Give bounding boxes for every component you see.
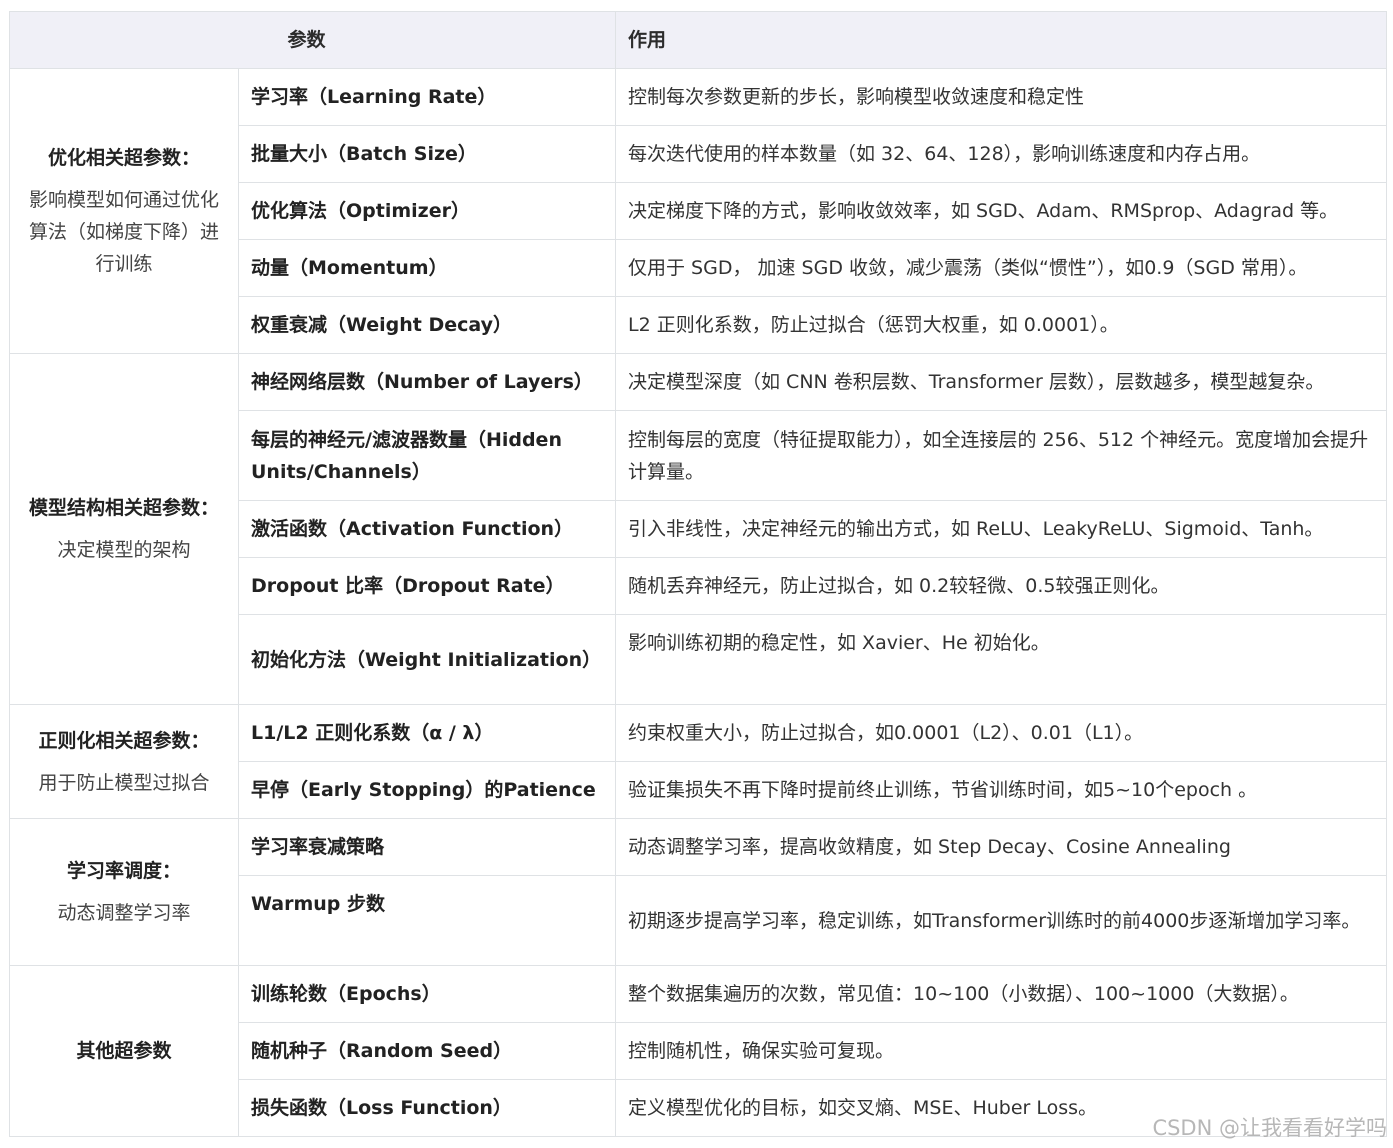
param-cell: Warmup 步数 [237, 875, 617, 966]
effect-cell: 约束权重大小，防止过拟合，如0.0001（L2）、0.01（L1）。 [615, 704, 1388, 762]
group-desc: 动态调整学习率 [57, 902, 191, 924]
param-cell: 动量（Momentum） [237, 239, 617, 297]
param-cell: Dropout 比率（Dropout Rate） [237, 557, 617, 615]
group-desc: 决定模型的架构 [57, 539, 191, 561]
table-row: 正则化相关超参数： 用于防止模型过拟合 L1/L2 正则化系数（α / λ） 约… [9, 704, 1388, 819]
param-cell: 学习率（Learning Rate） [237, 68, 617, 126]
group-title: 模型结构相关超参数： [28, 497, 219, 519]
effect-cell: 随机丢弃神经元，防止过拟合，如 0.2较轻微、0.5较强正则化。 [615, 557, 1388, 615]
group-cell-regularization: 正则化相关超参数： 用于防止模型过拟合 [9, 704, 239, 819]
effect-cell: L2 正则化系数，防止过拟合（惩罚大权重，如 0.0001）。 [615, 296, 1388, 354]
hyperparameter-table-container: 参数 作用 优化相关超参数： 影响模型如何通过优化算法（如梯度下降）进行训练 学… [8, 11, 1388, 1137]
group-desc: 影响模型如何通过优化算法（如梯度下降）进行训练 [28, 189, 219, 275]
param-cell: 批量大小（Batch Size） [237, 125, 617, 183]
param-cell: 训练轮数（Epochs） [237, 965, 617, 1023]
param-cell: 早停（Early Stopping）的Patience [237, 761, 617, 819]
param-cell: 损失函数（Loss Function） [237, 1079, 617, 1137]
param-cell: 学习率衰减策略 [237, 818, 617, 876]
group-title: 其他超参数 [76, 1040, 172, 1062]
effect-cell: 初期逐步提高学习率，稳定训练，如Transformer训练时的前4000步逐渐增… [615, 875, 1388, 966]
effect-cell: 决定模型深度（如 CNN 卷积层数、Transformer 层数），层数越多，模… [615, 353, 1388, 411]
group-title: 优化相关超参数： [47, 147, 200, 169]
effect-cell: 引入非线性，决定神经元的输出方式，如 ReLU、LeakyReLU、Sigmoi… [615, 500, 1388, 558]
group-cell-architecture: 模型结构相关超参数： 决定模型的架构 [9, 353, 239, 705]
effect-cell: 整个数据集遍历的次数，常见值：10~100（小数据）、100~1000（大数据）… [615, 965, 1388, 1023]
header-effect: 作用 [615, 11, 1388, 69]
effect-cell: 仅用于 SGD， 加速 SGD 收敛，减少震荡（类似“惯性”），如0.9（SGD… [615, 239, 1388, 297]
param-cell: 初始化方法（Weight Initialization） [237, 614, 617, 705]
effect-cell: 决定梯度下降的方式，影响收敛效率，如 SGD、Adam、RMSprop、Adag… [615, 182, 1388, 240]
param-cell: 随机种子（Random Seed） [237, 1022, 617, 1080]
group-title: 学习率调度： [66, 860, 181, 882]
table-row: 学习率调度： 动态调整学习率 学习率衰减策略 动态调整学习率，提高收敛精度，如 … [9, 818, 1388, 966]
table-row: 其他超参数 训练轮数（Epochs） 整个数据集遍历的次数，常见值：10~100… [9, 965, 1388, 1137]
table-row: 优化相关超参数： 影响模型如何通过优化算法（如梯度下降）进行训练 学习率（Lea… [9, 68, 1388, 354]
group-title: 正则化相关超参数： [38, 729, 210, 752]
effect-cell: 影响训练初期的稳定性，如 Xavier、He 初始化。 [615, 614, 1388, 705]
effect-cell: 控制随机性，确保实验可复现。 [615, 1022, 1388, 1080]
param-cell: 权重衰减（Weight Decay） [237, 296, 617, 354]
param-cell: 每层的神经元/滤波器数量（Hidden Units/Channels） [237, 410, 617, 501]
param-cell: 神经网络层数（Number of Layers） [237, 353, 617, 411]
group-cell-other: 其他超参数 [9, 965, 239, 1137]
effect-cell: 验证集损失不再下降时提前终止训练，节省训练时间，如5~10个epoch 。 [615, 761, 1388, 819]
csdn-watermark: CSDN @让我看看好学吗 [1152, 1116, 1387, 1140]
group-desc: 用于防止模型过拟合 [38, 771, 210, 794]
table-row: 模型结构相关超参数： 决定模型的架构 神经网络层数（Number of Laye… [9, 353, 1388, 705]
param-cell: L1/L2 正则化系数（α / λ） [237, 704, 617, 762]
header-param: 参数 [8, 11, 617, 69]
effect-cell: 动态调整学习率，提高收敛精度，如 Step Decay、Cosine Annea… [615, 818, 1388, 876]
hyperparameter-table: 参数 作用 优化相关超参数： 影响模型如何通过优化算法（如梯度下降）进行训练 学… [8, 11, 1388, 1137]
param-cell: 优化算法（Optimizer） [237, 182, 617, 240]
table-header-row: 参数 作用 [8, 11, 1388, 69]
effect-cell: 控制每次参数更新的步长，影响模型收敛速度和稳定性 [615, 68, 1388, 126]
param-cell: 激活函数（Activation Function） [237, 500, 617, 558]
group-cell-optimization: 优化相关超参数： 影响模型如何通过优化算法（如梯度下降）进行训练 [9, 68, 239, 354]
effect-cell: 每次迭代使用的样本数量（如 32、64、128），影响训练速度和内存占用。 [615, 125, 1388, 183]
group-cell-lr-schedule: 学习率调度： 动态调整学习率 [9, 818, 239, 966]
effect-cell: 控制每层的宽度（特征提取能力），如全连接层的 256、512 个神经元。宽度增加… [615, 410, 1388, 501]
